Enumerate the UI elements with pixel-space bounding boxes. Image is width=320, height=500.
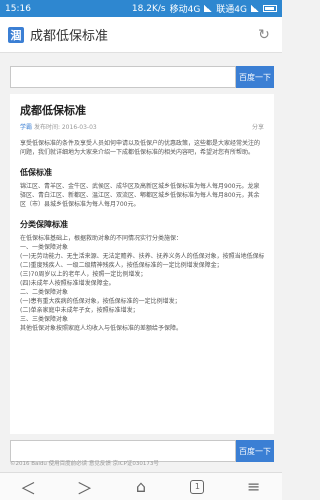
list-item: 一、一类保障对象: [20, 244, 69, 251]
page-footer: ©2016 Baidu 使用百度前必读 意见反馈 京ICP证030173号: [10, 461, 159, 467]
article-meta: 学霸 发布时间: 2016-03-03 分享: [20, 122, 264, 131]
list-item: 在低保标准基础上，根据救助对象的不同情况实行分类施保：: [20, 235, 183, 242]
article: 成都低保标准 学霸 发布时间: 2016-03-03 分享 享受低保标准的条件及…: [10, 94, 274, 434]
home-icon[interactable]: ⌂: [127, 475, 155, 499]
browser-nav-bar: ＜ ＞ ⌂ 1 ≡: [0, 472, 282, 500]
top-search-button[interactable]: 百度一下: [236, 66, 274, 88]
carrier-2: 联通4G: [216, 5, 247, 15]
section-2-title: 分类保障标准: [20, 220, 68, 229]
carrier-1: 移动4G: [169, 5, 201, 15]
tabs-button[interactable]: 1: [183, 475, 211, 499]
list-item: (四)未成年人按照标准增发保障金。: [20, 280, 115, 287]
list-item: (二)单亲家庭中未成年子女，按照标准增发；: [20, 307, 139, 314]
article-intro: 享受低保标准的条件及享受人员如何申请以及低保户的优惠政策，这些都是大家经常关注的…: [20, 140, 261, 156]
list-item: (一)患有重大疾病的低保对象，按低保标准的一定比例增发；: [20, 298, 181, 305]
back-icon[interactable]: ＜: [14, 475, 42, 499]
article-title: 成都低保标准: [20, 104, 86, 117]
status-time: 15:16: [5, 3, 31, 14]
menu-icon[interactable]: ≡: [240, 475, 268, 499]
article-author[interactable]: 学霸: [20, 124, 32, 131]
address-query[interactable]: 成都低保标准: [30, 25, 254, 44]
status-bar: 15:16 18.2K/s 移动4G 联通4G: [0, 0, 282, 17]
list-item: 其他低保对象按照家庭人均收入与低保标准的差额给予保障。: [20, 325, 183, 332]
top-search-input[interactable]: [10, 66, 236, 88]
battery-icon: [263, 5, 277, 12]
tab-count: 1: [190, 479, 205, 494]
forward-icon[interactable]: ＞: [71, 475, 99, 499]
refresh-icon[interactable]: ↻: [254, 25, 274, 45]
list-item: (三)70周岁以上的老年人，按照一定比例增发；: [20, 271, 147, 278]
section-1-title: 低保标准: [20, 168, 52, 177]
page-content: 百度一下 成都低保标准 学霸 发布时间: 2016-03-03 分享 享受低保标…: [0, 54, 282, 472]
share-link[interactable]: 分享: [252, 122, 264, 131]
section-1-text: 锦江区、青羊区、金牛区、武侯区、成华区及高新区城乡低保标准为每人每月900元。龙…: [20, 183, 260, 208]
list-item: 三、三类保障对象: [20, 316, 69, 323]
browser-logo-icon: 涸: [8, 26, 24, 43]
status-right: 18.2K/s 移动4G 联通4G: [132, 2, 277, 15]
section-2-list: 在低保标准基础上，根据救助对象的不同情况实行分类施保： 一、一类保障对象 (一)…: [20, 234, 264, 333]
list-item: (一)无劳动能力、无生活来源、无法定赡养、扶养、抚养义务人的低保对象，按照当地低…: [20, 253, 264, 260]
list-item: (二)重度残疾人、一级二级精神残疾人，按低保标准的一定比例增发保障金；: [20, 262, 223, 269]
signal-icon-2: [251, 5, 259, 12]
net-speed: 18.2K/s: [131, 3, 166, 14]
signal-icon: [204, 5, 213, 12]
browser-address-bar[interactable]: 涸 成都低保标准 ↻: [0, 17, 282, 53]
article-date: 发布时间: 2016-03-03: [33, 124, 97, 131]
top-search-box: 百度一下: [10, 66, 274, 88]
list-item: 二、二类保障对象: [20, 289, 69, 296]
